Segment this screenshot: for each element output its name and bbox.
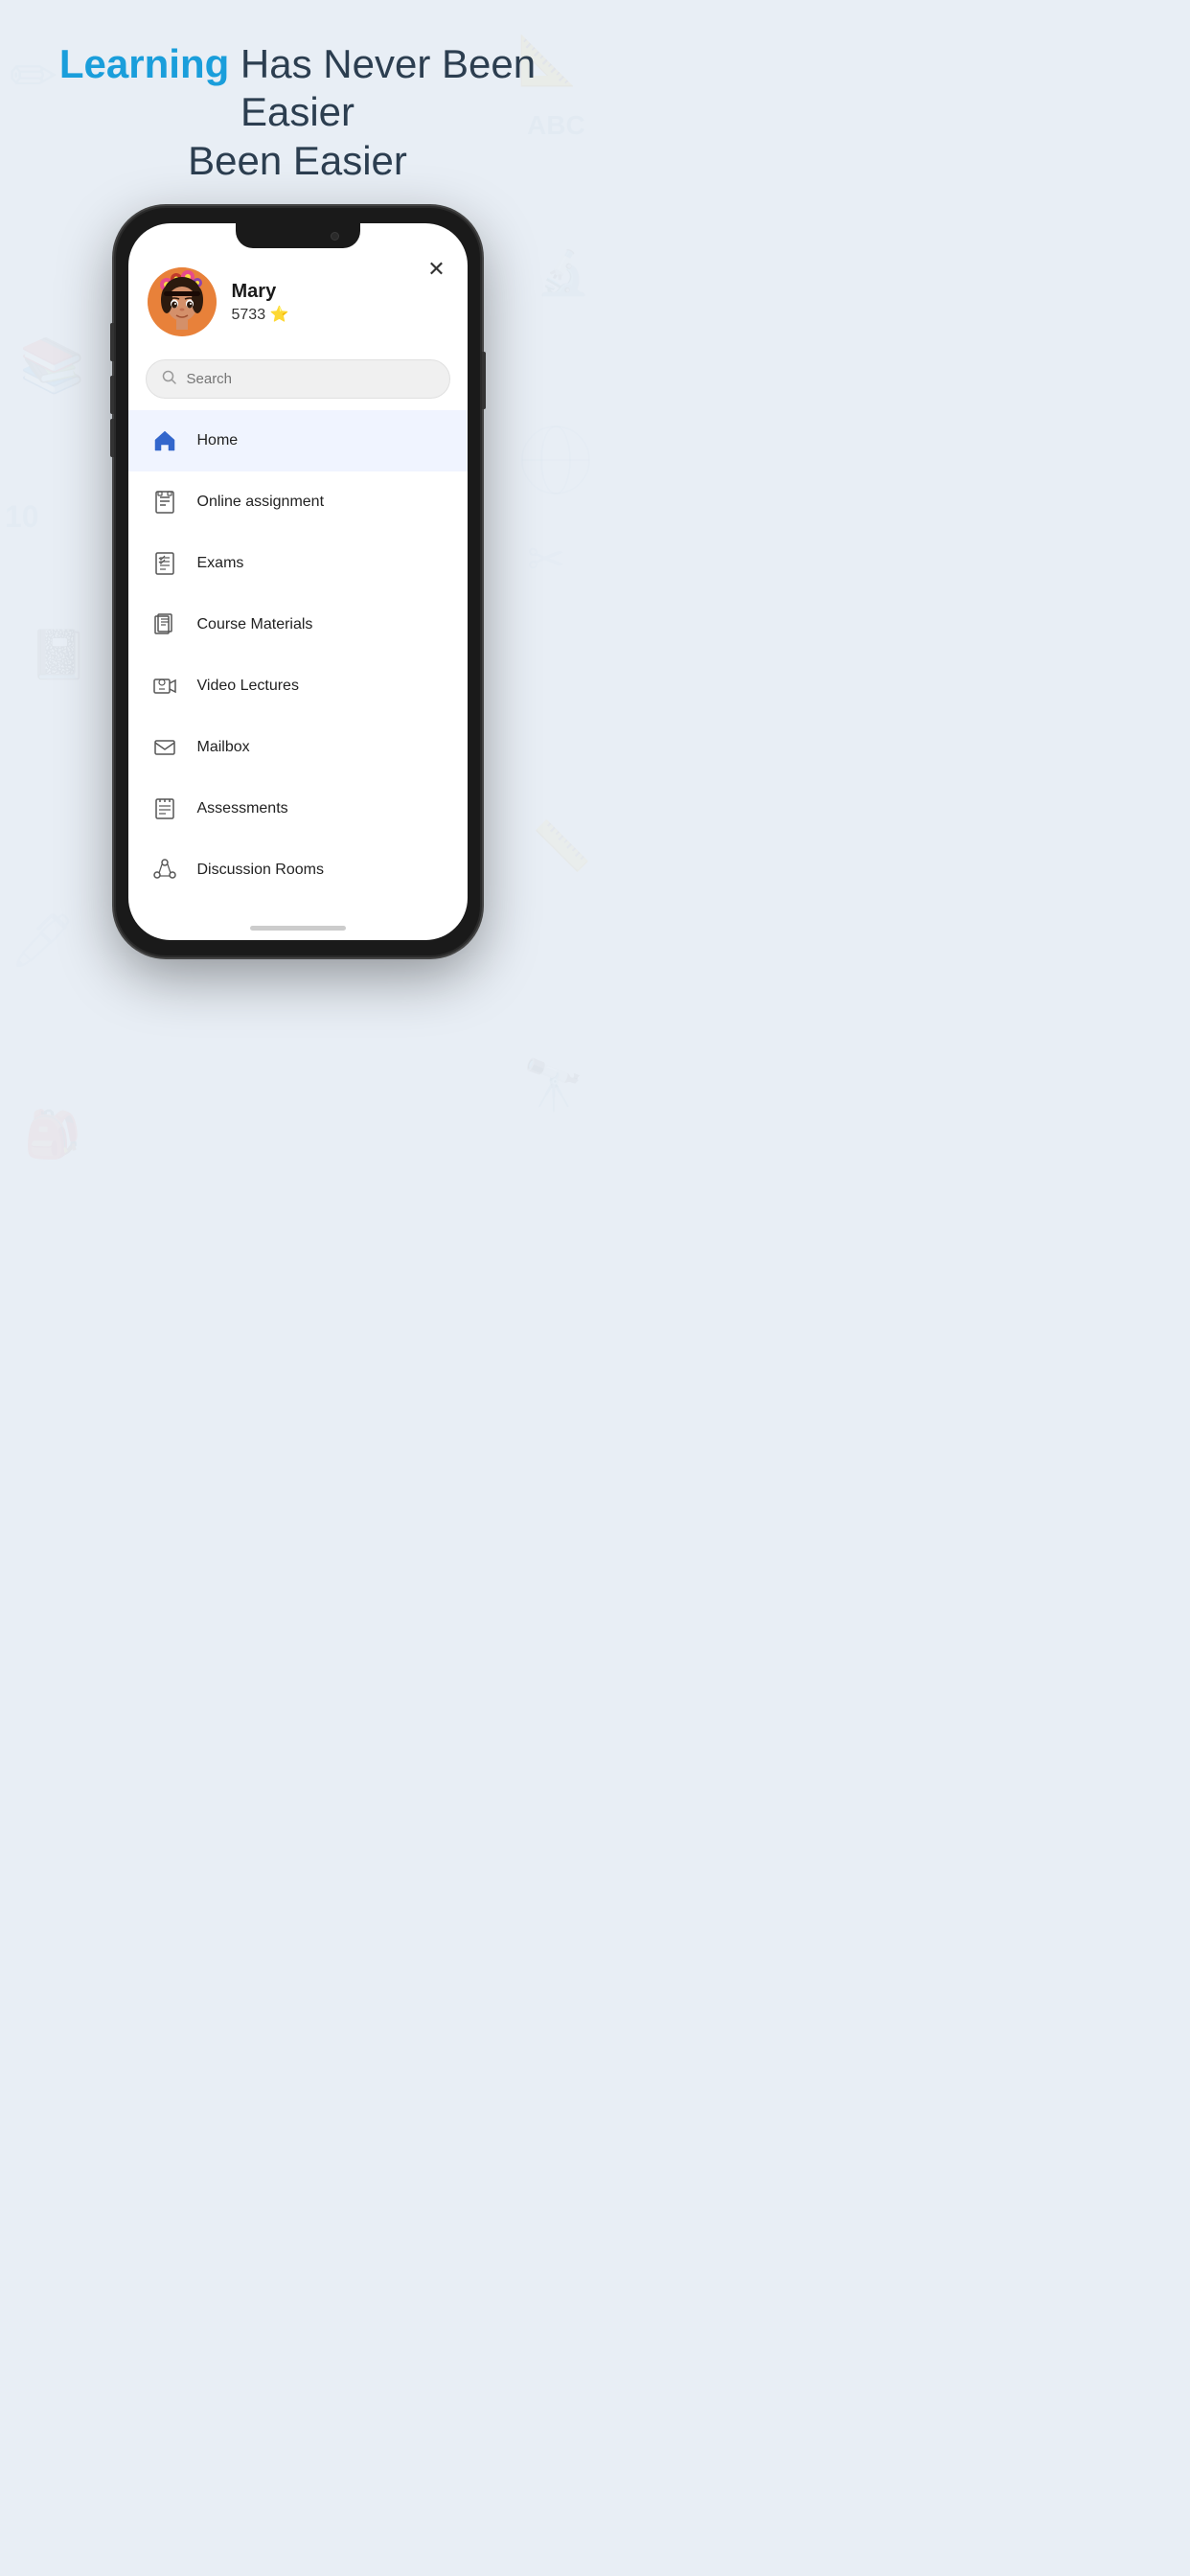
menu-label-discussion: Discussion Rooms <box>197 862 324 879</box>
svg-text:🎒: 🎒 <box>24 1108 81 1162</box>
svg-text:✂: ✂ <box>527 535 565 586</box>
menu-label-home: Home <box>197 432 239 449</box>
header-rest: Has Never Been Easier <box>229 41 536 134</box>
svg-text:🖊: 🖊 <box>10 910 77 970</box>
svg-text:🔭: 🔭 <box>522 1056 584 1114</box>
svg-text:📏: 📏 <box>532 818 591 873</box>
search-input[interactable] <box>187 371 434 387</box>
user-name: Mary <box>232 281 289 303</box>
menu-label-exams: Exams <box>197 555 244 572</box>
menu-item-home[interactable]: Home <box>128 410 468 472</box>
svg-text:10: 10 <box>5 499 39 534</box>
user-info: Mary 5733 ⭐ <box>232 281 289 324</box>
discussion-rooms-icon <box>148 853 182 887</box>
close-button[interactable]: ✕ <box>423 256 450 283</box>
search-bar[interactable] <box>146 359 450 399</box>
svg-text:📓: 📓 <box>29 628 88 681</box>
screen-content: Mary 5733 ⭐ <box>128 223 468 918</box>
exams-icon <box>148 546 182 581</box>
menu-item-assessments[interactable]: Assessments <box>128 778 468 840</box>
menu-item-mailbox[interactable]: Mailbox <box>128 717 468 778</box>
bottom-indicator <box>250 926 346 931</box>
svg-text:🔬: 🔬 <box>537 246 590 297</box>
mailbox-icon <box>148 730 182 765</box>
notch-camera <box>331 232 339 241</box>
assessments-icon <box>148 792 182 826</box>
header-line2: Been Easier <box>188 138 407 183</box>
assignment-icon <box>148 485 182 519</box>
menu-label-video: Video Lectures <box>197 678 299 695</box>
menu-item-exams[interactable]: Exams <box>128 533 468 594</box>
phone-notch <box>236 223 360 248</box>
weekly-plan-icon <box>148 914 182 918</box>
menu-label-course: Course Materials <box>197 616 313 633</box>
user-profile-section: Mary 5733 ⭐ <box>128 252 468 352</box>
home-icon <box>148 424 182 458</box>
header-title: Learning Has Never Been Easier Been Easi… <box>0 40 595 185</box>
user-points: 5733 ⭐ <box>232 305 289 324</box>
menu-label-mailbox: Mailbox <box>197 739 250 756</box>
menu-label-assignment: Online assignment <box>197 494 325 511</box>
menu-item-weekly-plan[interactable]: Weekly Plan <box>128 901 468 918</box>
phone-screen: ✕ <box>128 223 468 940</box>
menu-label-assessments: Assessments <box>197 800 288 817</box>
course-materials-icon <box>148 608 182 642</box>
menu-list: Home Online assignment <box>128 410 468 918</box>
menu-item-discussion-rooms[interactable]: Discussion Rooms <box>128 840 468 901</box>
video-lectures-icon <box>148 669 182 703</box>
avatar <box>148 267 217 336</box>
phone-frame: ✕ <box>116 208 480 955</box>
header-learning: Learning <box>59 41 229 86</box>
search-icon <box>162 370 177 388</box>
svg-text:📚: 📚 <box>19 335 84 396</box>
menu-item-course-materials[interactable]: Course Materials <box>128 594 468 656</box>
menu-item-online-assignment[interactable]: Online assignment <box>128 472 468 533</box>
menu-item-video-lectures[interactable]: Video Lectures <box>128 656 468 717</box>
